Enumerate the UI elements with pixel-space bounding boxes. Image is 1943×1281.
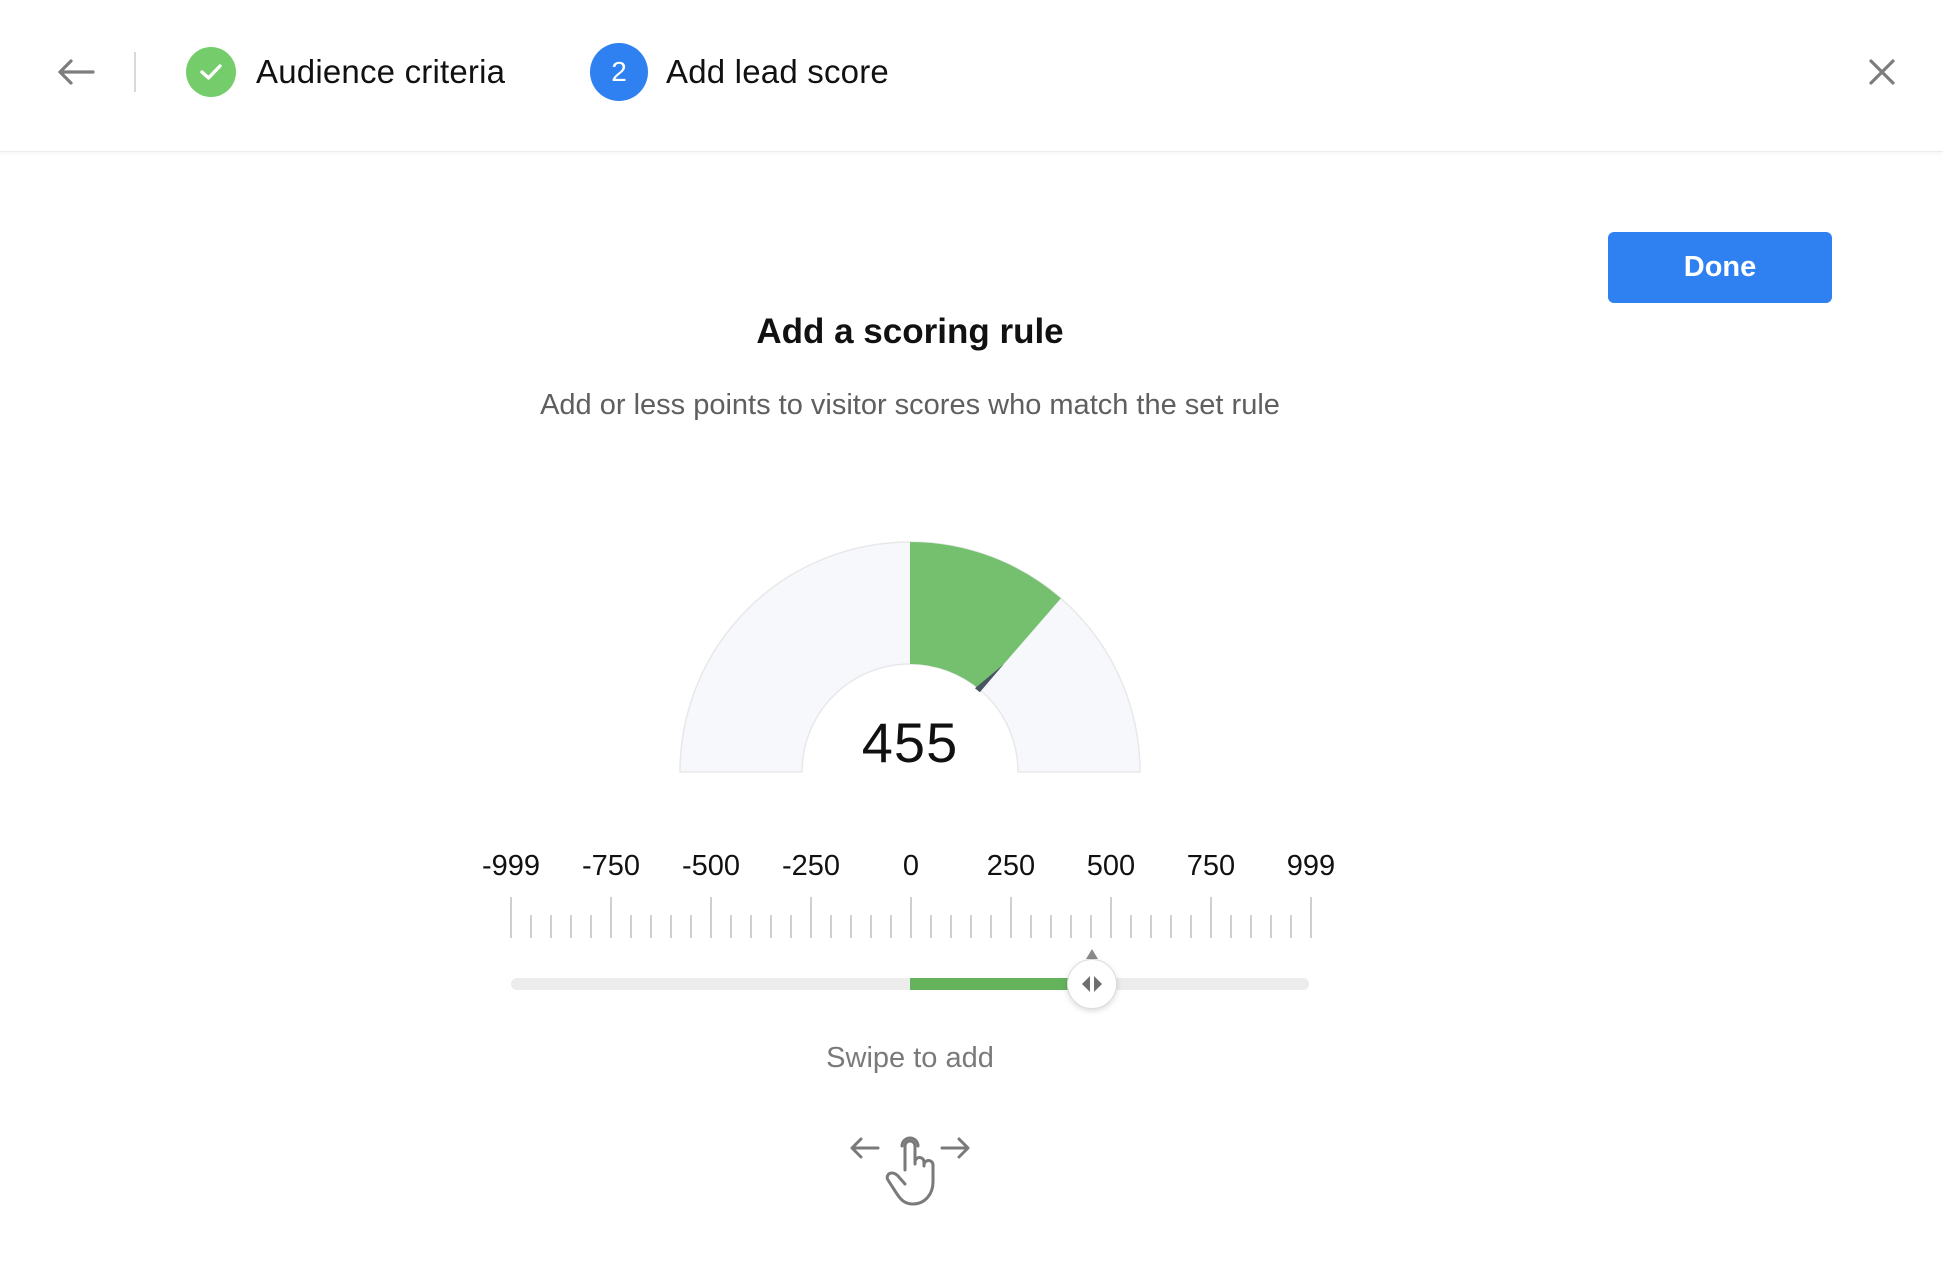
swipe-gesture-icon [850, 1136, 970, 1206]
slider-fill [910, 978, 1092, 990]
score-scale: -999 -750 -500 -250 0 250 500 750 999 [450, 850, 1370, 950]
scale-label: 999 [1286, 850, 1336, 882]
step-completed-badge [186, 47, 236, 97]
step-number-badge: 2 [590, 43, 648, 101]
step-label: Audience criteria [256, 53, 506, 90]
gauge-value: 455 [861, 711, 959, 774]
wizard-header: Audience criteria 2 Add lead score [0, 0, 1943, 152]
slider-pointer [1085, 949, 1098, 959]
step-label: Add lead score [666, 53, 889, 90]
left-right-arrows-icon [1081, 976, 1102, 992]
swipe-hint: Swipe to add [826, 1042, 994, 1074]
header-divider [134, 52, 136, 92]
close-button[interactable] [1862, 52, 1902, 92]
step-audience-criteria[interactable]: Audience criteria [186, 42, 505, 102]
score-slider[interactable] [500, 945, 1320, 1025]
close-icon [1869, 59, 1895, 85]
step-add-lead-score[interactable]: 2 Add lead score [590, 42, 889, 102]
done-button[interactable]: Done [1608, 232, 1832, 303]
check-icon [200, 64, 222, 80]
page-subtitle: Add or less points to visitor scores who… [540, 389, 1280, 421]
page-title: Add a scoring rule [756, 312, 1064, 351]
arrow-left-icon [58, 59, 95, 85]
back-button[interactable] [54, 52, 98, 92]
slider-thumb[interactable] [1066, 959, 1117, 1009]
